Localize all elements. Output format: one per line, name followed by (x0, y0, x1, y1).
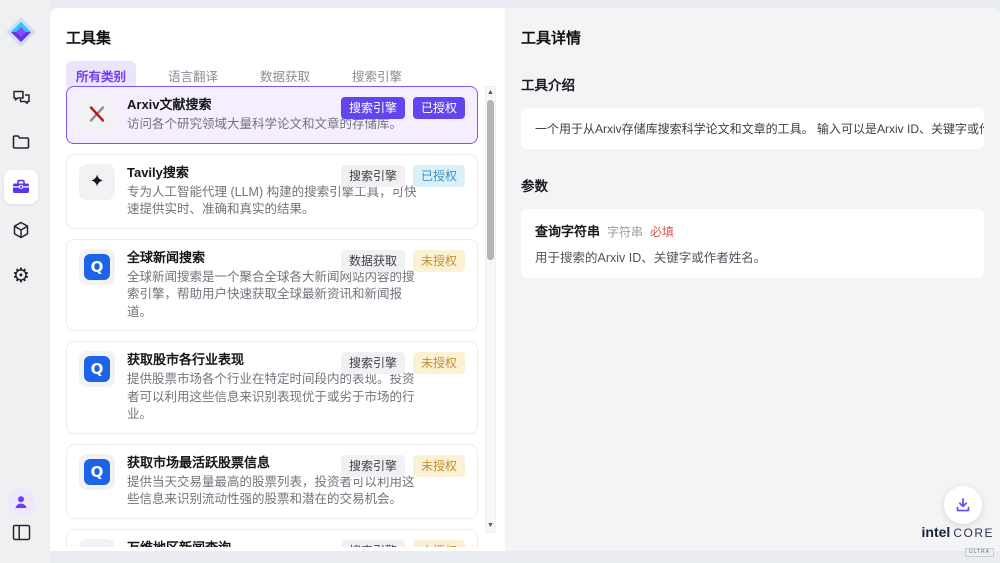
intel-core-ultra-logo: intel CORE ULTRA (920, 524, 994, 558)
toolbox-icon (4, 170, 38, 204)
tool-description: 全球新闻搜索是一个聚合全球各大新闻网站内容的搜索引擎，帮助用户快速获取全球最新资… (127, 269, 420, 322)
param-description: 用于搜索的Arxiv ID、关键字或作者姓名。 (535, 247, 970, 266)
tool-description: 专为人工智能代理 (LLM) 构建的搜索引擎工具，可快速提供实时、准确和真实的结… (127, 184, 420, 219)
tool-detail-panel: 工具详情 工具介绍 一个用于从Arxiv存储库搜索科学论文和文章的工具。 输入可… (505, 8, 1000, 551)
sparkle-icon: ✦ (79, 164, 115, 200)
param-type: 字符串 (607, 223, 643, 240)
param-card: 查询字符串 字符串 必填 用于搜索的Arxiv ID、关键字或作者姓名。 (521, 209, 984, 278)
chat-icon[interactable] (0, 86, 42, 108)
scrollbar[interactable]: ▲ ▼ (485, 86, 496, 533)
intro-card: 一个用于从Arxiv存储库搜索科学论文和文章的工具。 输入可以是Arxiv ID… (521, 108, 984, 149)
detail-title: 工具详情 (521, 27, 984, 48)
user-avatar-icon[interactable] (0, 488, 42, 516)
ultra-badge: ULTRA (965, 548, 994, 557)
download-button[interactable] (944, 486, 982, 524)
scroll-down-icon[interactable]: ▼ (486, 520, 495, 532)
intel-wordmark: intel (922, 524, 951, 540)
param-name: 查询字符串 (535, 221, 600, 240)
category-badge: 数据获取 (341, 250, 405, 272)
download-icon (954, 496, 972, 514)
juhe-data-icon: Q (79, 351, 115, 387)
tool-card-arxiv[interactable]: Arxiv文献搜索 访问各个研究领域大量科学论文和文章的存储库。 搜索引擎 已授… (66, 86, 478, 144)
status-badge: 未授权 (413, 455, 465, 477)
sidebar-item-tools-active[interactable] (0, 170, 42, 204)
category-badge: 搜索引擎 (341, 165, 405, 187)
core-wordmark: CORE (953, 526, 994, 540)
juhe-data-icon: Q (79, 249, 115, 285)
tool-card-stock-sectors[interactable]: Q 获取股市各行业表现 提供股票市场各个行业在特定时间段内的表现。投资者可以利用… (66, 341, 478, 434)
juhe-data-icon: Q (79, 454, 115, 490)
scrollbar-thumb[interactable] (487, 100, 494, 260)
folder-icon[interactable] (0, 131, 42, 153)
params-heading: 参数 (521, 175, 984, 195)
page-title: 工具集 (66, 27, 111, 48)
status-badge: 未授权 (413, 352, 465, 374)
param-required-flag: 必填 (650, 223, 674, 240)
tool-list: Arxiv文献搜索 访问各个研究领域大量科学论文和文章的存储库。 搜索引擎 已授… (66, 86, 478, 547)
app-window: ⚙ 工具集 所有类别 语言翻译 数据获取 搜索引擎 (0, 0, 1000, 563)
scroll-up-icon[interactable]: ▲ (486, 87, 495, 99)
tool-card-global-news[interactable]: Q 全球新闻搜索 全球新闻搜索是一个聚合全球各大新闻网站内容的搜索引擎，帮助用户… (66, 239, 478, 332)
app-logo-icon (0, 14, 42, 50)
intro-heading: 工具介绍 (521, 74, 984, 94)
cube-icon[interactable] (0, 219, 42, 241)
tool-description: 提供当天交易量最高的股票列表，投资者可以利用这些信息来识别流动性强的股票和潜在的… (127, 474, 420, 509)
layout-panel-icon[interactable] (0, 521, 42, 543)
category-badge: 搜索引擎 (341, 352, 405, 374)
tool-description: 提供股票市场各个行业在特定时间段内的表现。投资者可以利用这些信息来识别表现优于或… (127, 371, 420, 424)
tool-card-tavily[interactable]: ✦ Tavily搜索 专为人工智能代理 (LLM) 构建的搜索引擎工具，可快速提… (66, 154, 478, 229)
category-badge: 搜索引擎 (341, 455, 405, 477)
status-badge: 已授权 (413, 97, 465, 119)
status-badge: 已授权 (413, 165, 465, 187)
tool-card-regional-news[interactable]: 万维地区新闻查询 查询具体行政区划内的新闻，快速了解各地新闻动 搜索引擎 未授权 (66, 529, 478, 548)
avatar (7, 488, 35, 516)
tools-panel: 工具集 所有类别 语言翻译 数据获取 搜索引擎 Arxiv文献搜索 访问各个研究… (50, 8, 505, 551)
settings-gear-icon[interactable]: ⚙ (0, 264, 42, 288)
status-badge: 未授权 (413, 540, 465, 548)
status-badge: 未授权 (413, 250, 465, 272)
tool-card-active-stocks[interactable]: Q 获取市场最活跃股票信息 提供当天交易量最高的股票列表，投资者可以利用这些信息… (66, 444, 478, 519)
category-badge: 搜索引擎 (341, 97, 405, 119)
category-badge: 搜索引擎 (341, 540, 405, 548)
arxiv-icon (79, 96, 115, 132)
sidebar: ⚙ (0, 0, 50, 563)
newspaper-icon (79, 539, 115, 548)
